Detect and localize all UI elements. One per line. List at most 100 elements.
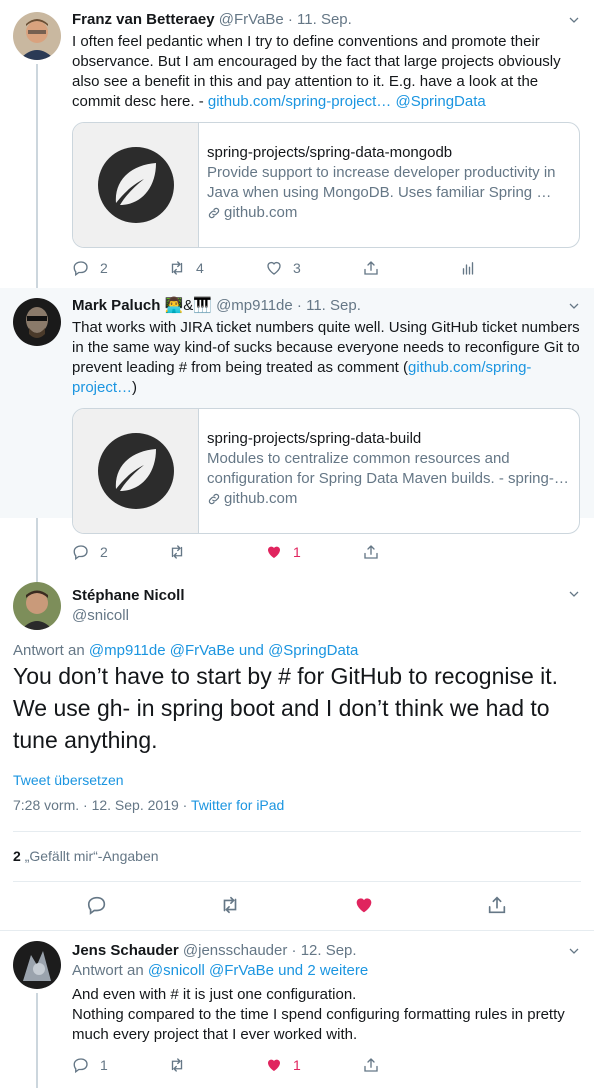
share-button[interactable] (362, 258, 459, 278)
like-icon[interactable] (353, 894, 375, 916)
retweet-icon (171, 1058, 183, 1072)
author-name[interactable]: Stéphane Nicoll (72, 587, 185, 604)
mention-link[interactable]: @snicoll (148, 962, 205, 979)
reply-count: 1 (100, 1057, 108, 1073)
mention-link[interactable]: @SpringData (395, 93, 485, 110)
spring-leaf-icon (97, 433, 174, 509)
retweet-button[interactable]: 4 (168, 258, 265, 278)
tweet-timestamp[interactable]: 7:28 vorm. · 12. Sep. 2019 (13, 797, 179, 813)
tweet-header: Mark Paluch 👨‍💻&🎹 @mp911de · 11. Sep. (72, 296, 580, 316)
reply-prefix: Antwort an (13, 642, 85, 659)
card-title: spring-projects/spring-data-build (207, 430, 422, 447)
reply-icon[interactable] (86, 894, 108, 916)
link-icon (208, 207, 220, 219)
main-tweet-text: You don’t have to start by # for GitHub … (13, 663, 559, 753)
tweet-date[interactable]: 12. Sep. (301, 942, 357, 959)
reply-to-line: Antwort an @mp911de @FrVaBe und @SpringD… (13, 641, 358, 661)
tweet-text: And even with # it is just one configura… (72, 986, 565, 1043)
like-count: 1 (293, 544, 301, 560)
mention-more-link[interactable]: 2 weitere (307, 962, 368, 979)
avatar-mark[interactable] (13, 298, 61, 346)
chevron-down-icon[interactable] (568, 14, 580, 26)
card-domain-text: github.com (224, 490, 298, 507)
reply-button[interactable]: 2 (72, 258, 168, 278)
avatar-franz[interactable] (13, 12, 61, 60)
link-card[interactable]: spring-projects/spring-data-mongodb Prov… (72, 122, 580, 248)
author-handle[interactable]: @snicoll (72, 606, 185, 626)
avatar-stephane[interactable] (13, 582, 61, 630)
reply-button[interactable]: 2 (72, 542, 168, 562)
card-domain: github.com (207, 203, 569, 223)
reply-and: und (238, 642, 264, 659)
tweet-franz[interactable]: Franz van Betteraey @FrVaBe · 11. Sep. I… (0, 0, 594, 288)
retweet-icon[interactable] (219, 894, 241, 916)
author-handle[interactable]: @mp911de (216, 297, 293, 314)
tweet-actions: 2 4 3 (72, 258, 557, 278)
tweet-actions: 2 1 (72, 542, 459, 562)
like-button[interactable]: 1 (265, 542, 362, 562)
separator: · (287, 11, 293, 28)
tweet-actions: 1 1 (72, 1055, 459, 1075)
reply-prefix: Antwort an (72, 962, 144, 979)
tweet-date[interactable]: 11. Sep. (306, 297, 361, 314)
author-emoji: 👨‍💻&🎹 (164, 297, 212, 314)
author-name[interactable]: Jens Schauder (72, 942, 179, 959)
translate-link[interactable]: Tweet übersetzen (13, 772, 124, 788)
tweet-header: Jens Schauder @jensschauder · 12. Sep. (72, 941, 580, 961)
like-icon (267, 261, 281, 275)
tweet-source[interactable]: Twitter for iPad (191, 797, 284, 813)
mention-link[interactable]: @SpringData (268, 642, 358, 659)
link-card[interactable]: spring-projects/spring-data-build Module… (72, 408, 580, 534)
author-name[interactable]: Mark Paluch (72, 297, 160, 314)
share-button[interactable] (362, 1055, 459, 1075)
card-description: Modules to centralize common resources a… (207, 450, 569, 487)
card-title: spring-projects/spring-data-mongodb (207, 144, 453, 161)
reply-icon (73, 261, 88, 277)
card-domain-text: github.com (224, 204, 298, 221)
retweet-button[interactable] (168, 542, 265, 562)
chevron-down-icon[interactable] (568, 588, 580, 600)
likes-summary[interactable]: 2 „Gefällt mir“-Angaben (13, 848, 159, 864)
reply-icon (73, 1058, 88, 1074)
tweet-mark[interactable]: Mark Paluch 👨‍💻&🎹 @mp911de · 11. Sep. Th… (0, 288, 594, 534)
reply-count: 2 (100, 260, 108, 276)
likes-label: „Gefällt mir“-Angaben (24, 848, 159, 864)
likes-count: 2 (13, 848, 21, 864)
tweet-header: Franz van Betteraey @FrVaBe · 11. Sep. (72, 10, 580, 30)
tweet-jens[interactable]: Jens Schauder @jensschauder · 12. Sep. A… (0, 931, 594, 1088)
mention-link[interactable]: @FrVaBe (209, 962, 274, 979)
tweet-meta: 7:28 vorm. · 12. Sep. 2019 · Twitter for… (13, 797, 284, 813)
reply-to-line: Antwort an @snicoll @FrVaBe und 2 weiter… (72, 961, 580, 981)
mention-link[interactable]: @mp911de (89, 642, 166, 659)
reply-icon (73, 545, 88, 561)
mention-link[interactable]: @FrVaBe (170, 642, 235, 659)
divider (13, 881, 581, 882)
tweet-link[interactable]: github.com/spring-project… (208, 93, 391, 110)
like-icon (268, 546, 280, 558)
card-image (73, 123, 199, 247)
retweet-button[interactable] (168, 1055, 265, 1075)
avatar-jens[interactable] (13, 941, 61, 989)
chevron-down-icon[interactable] (568, 945, 580, 957)
like-count: 1 (293, 1057, 301, 1073)
author-handle[interactable]: @FrVaBe (219, 11, 284, 28)
tweet-date[interactable]: 11. Sep. (297, 11, 352, 28)
divider (13, 831, 581, 832)
share-icon[interactable] (486, 894, 508, 916)
share-icon (364, 261, 378, 275)
analytics-button[interactable] (459, 258, 557, 278)
analytics-icon (462, 262, 474, 275)
link-icon (208, 493, 220, 505)
like-button[interactable]: 1 (265, 1055, 362, 1075)
author-handle[interactable]: @jensschauder (183, 942, 287, 959)
thread-line (36, 993, 38, 1088)
reply-and: und (278, 962, 304, 979)
author-name[interactable]: Franz van Betteraey (72, 11, 215, 28)
main-tweet-actions (0, 894, 594, 916)
share-button[interactable] (362, 542, 459, 562)
reply-button[interactable]: 1 (72, 1055, 168, 1075)
like-button[interactable]: 3 (265, 258, 362, 278)
spring-leaf-icon (97, 147, 174, 223)
separator: · (182, 797, 188, 813)
chevron-down-icon[interactable] (568, 300, 580, 312)
